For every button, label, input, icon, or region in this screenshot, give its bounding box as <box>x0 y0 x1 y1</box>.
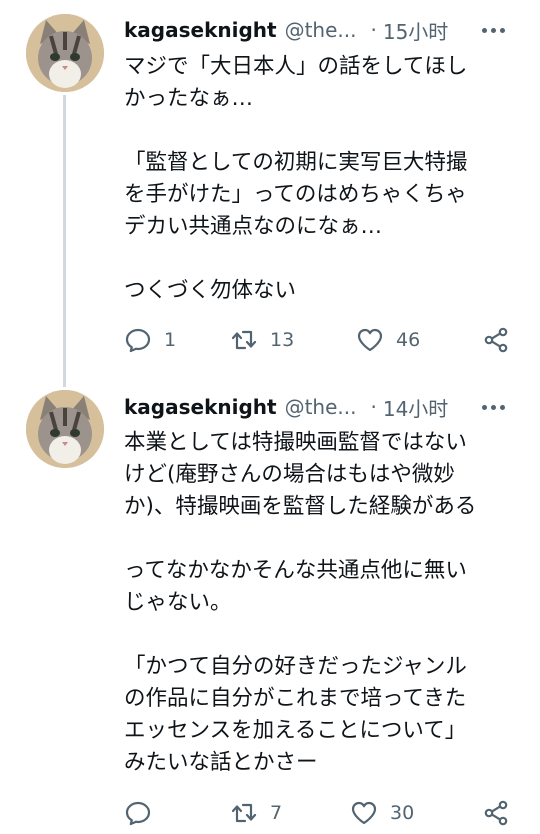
tweet-line: エッセンスを加えることについて」 <box>124 718 467 743</box>
separator-dot: · <box>370 18 377 42</box>
tweet-text: 本業としては特撮映画監督ではない けど(庵野さんの場合はもはや微妙 か)、特撮映… <box>124 427 524 779</box>
like-count: 30 <box>390 802 415 824</box>
share-icon <box>484 800 508 826</box>
tweet-line: デカい共通点なのになぁ… <box>124 214 383 239</box>
separator-dot: · <box>370 395 377 419</box>
tweet-actions: 1 13 46 <box>124 324 524 356</box>
cat-avatar-image <box>26 14 104 92</box>
retweet-count: 7 <box>270 802 283 824</box>
tweet-line: かったなぁ… <box>124 86 254 111</box>
heart-icon <box>357 328 383 352</box>
tweet-line <box>124 243 524 275</box>
tweet-header: kagaseknight @the... · 14小时 <box>124 392 448 422</box>
tweet-line: 「監督としての初期に実写巨大特撮 <box>124 150 468 175</box>
cat-avatar-image <box>26 390 104 468</box>
like-button[interactable]: 46 <box>356 324 420 356</box>
retweet-icon <box>231 330 257 350</box>
timestamp[interactable]: 15小时 <box>383 16 448 45</box>
reply-icon <box>125 328 151 353</box>
avatar[interactable] <box>26 14 104 92</box>
user-handle[interactable]: @the... <box>285 18 357 42</box>
tweet-line: みたいな話とかさー <box>124 750 318 775</box>
retweet-count: 13 <box>270 329 295 351</box>
timestamp[interactable]: 14小时 <box>383 393 448 422</box>
tweet-line: 「かつて自分の好きだったジャンル <box>124 654 467 679</box>
share-button[interactable] <box>482 324 510 356</box>
reply-button[interactable] <box>124 797 164 829</box>
more-icon[interactable] <box>476 15 510 45</box>
avatar[interactable] <box>26 390 104 468</box>
display-name[interactable]: kagaseknight <box>124 18 277 42</box>
display-name[interactable]: kagaseknight <box>124 395 277 419</box>
retweet-icon <box>231 803 257 823</box>
like-button[interactable]: 30 <box>350 797 414 829</box>
tweet-line: けど(庵野さんの場合はもはや微妙 <box>124 462 455 487</box>
tweet-line <box>124 523 524 555</box>
tweet-line: ってなかなかそんな共通点他に無い <box>124 558 467 583</box>
more-icon[interactable] <box>476 392 510 422</box>
reply-button[interactable]: 1 <box>124 324 176 356</box>
heart-icon <box>351 801 377 825</box>
user-handle[interactable]: @the... <box>285 395 357 419</box>
tweet-line: マジで「大日本人」の話をしてほし <box>124 54 468 79</box>
share-icon <box>484 327 508 353</box>
tweet-line: を手がけた」ってのはめちゃくちゃ <box>124 182 467 207</box>
tweet-header: kagaseknight @the... · 15小时 <box>124 15 448 45</box>
retweet-button[interactable]: 13 <box>230 324 294 356</box>
like-count: 46 <box>396 329 421 351</box>
tweet-line: か)、特撮映画を監督した経験がある <box>124 494 477 519</box>
tweet-line: 本業としては特撮映画監督ではない <box>124 430 467 455</box>
tweet-line: じゃない。 <box>124 590 232 615</box>
share-button[interactable] <box>482 797 510 829</box>
tweet-text: マジで「大日本人」の話をしてほし かったなぁ… 「監督としての初期に実写巨大特撮… <box>124 51 524 307</box>
retweet-button[interactable]: 7 <box>230 797 282 829</box>
tweet-line: つくづく勿体ない <box>124 278 297 303</box>
tweet-line <box>124 619 524 651</box>
tweet-line: の作品に自分がこれまで培ってきた <box>124 686 467 711</box>
reply-icon <box>125 801 151 826</box>
tweet-line <box>124 115 524 147</box>
reply-count: 1 <box>164 329 177 351</box>
tweet-actions: 7 30 <box>124 797 524 829</box>
thread-line <box>63 95 66 387</box>
